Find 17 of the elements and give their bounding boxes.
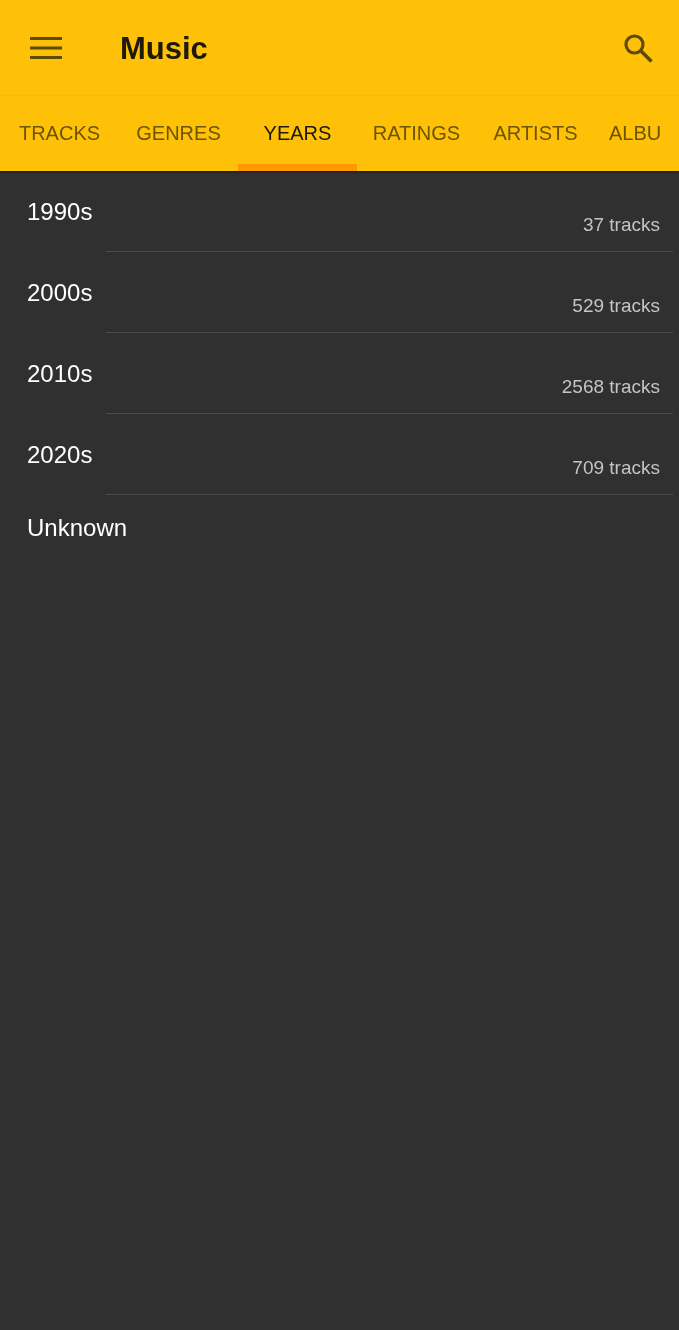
year-label: 1990s xyxy=(27,198,94,226)
app-title: Music xyxy=(120,30,209,67)
track-count: 37 tracks xyxy=(582,214,660,236)
menu-icon xyxy=(30,37,62,59)
track-count: 709 tracks xyxy=(572,457,660,479)
tab[interactable]: RATINGS xyxy=(357,96,476,171)
search-icon xyxy=(623,33,653,63)
track-count: 529 tracks xyxy=(572,295,660,317)
track-count: 2568 tracks xyxy=(561,376,660,398)
tab[interactable]: GENRES xyxy=(119,96,238,171)
tab[interactable]: ALBU xyxy=(595,96,662,171)
year-label: 2020s xyxy=(27,441,94,469)
year-label: Unknown xyxy=(27,514,129,542)
tab[interactable]: ARTISTS xyxy=(476,96,595,171)
tab[interactable]: TRACKS xyxy=(0,96,119,171)
year-label: 2010s xyxy=(27,360,94,388)
year-label: 2000s xyxy=(27,279,94,307)
